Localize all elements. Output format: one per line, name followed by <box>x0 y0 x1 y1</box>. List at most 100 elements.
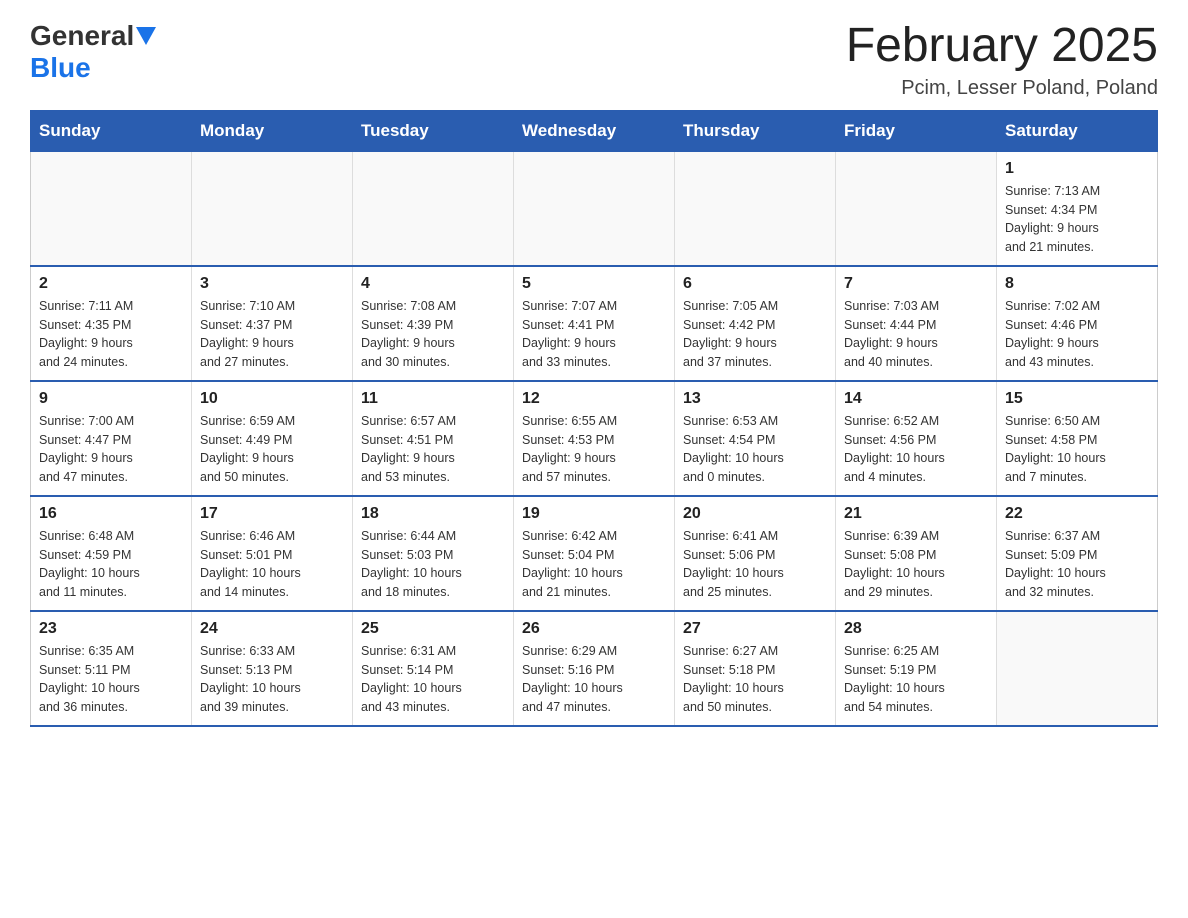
day-number: 12 <box>522 390 666 408</box>
calendar-week-row: 23 Sunrise: 6:35 AM Sunset: 5:11 PM Dayli… <box>31 611 1158 726</box>
day-info: Sunrise: 6:35 AM Sunset: 5:11 PM Dayligh… <box>39 642 183 717</box>
calendar-day-cell: 3 Sunrise: 7:10 AM Sunset: 4:37 PM Daylig… <box>192 266 353 381</box>
day-number: 23 <box>39 620 183 638</box>
calendar-header-saturday: Saturday <box>997 110 1158 151</box>
calendar-header-row: SundayMondayTuesdayWednesdayThursdayFrid… <box>31 110 1158 151</box>
day-number: 15 <box>1005 390 1149 408</box>
day-info: Sunrise: 6:25 AM Sunset: 5:19 PM Dayligh… <box>844 642 988 717</box>
calendar-day-cell <box>31 151 192 266</box>
calendar-day-cell: 6 Sunrise: 7:05 AM Sunset: 4:42 PM Daylig… <box>675 266 836 381</box>
calendar-day-cell: 7 Sunrise: 7:03 AM Sunset: 4:44 PM Daylig… <box>836 266 997 381</box>
day-number: 27 <box>683 620 827 638</box>
calendar-day-cell: 21Sunrise: 6:39 AM Sunset: 5:08 PM Dayli… <box>836 496 997 611</box>
day-number: 8 <box>1005 275 1149 293</box>
calendar-day-cell: 19 Sunrise: 6:42 AM Sunset: 5:04 PM Dayli… <box>514 496 675 611</box>
calendar-day-cell <box>997 611 1158 726</box>
day-number: 20 <box>683 505 827 523</box>
day-info: Sunrise: 7:02 AM Sunset: 4:46 PM Dayligh… <box>1005 297 1149 372</box>
day-info: Sunrise: 6:27 AM Sunset: 5:18 PM Dayligh… <box>683 642 827 717</box>
day-number: 24 <box>200 620 344 638</box>
day-number: 11 <box>361 390 505 408</box>
calendar-day-cell: 14 Sunrise: 6:52 AM Sunset: 4:56 PM Dayli… <box>836 381 997 496</box>
calendar-day-cell: 25 Sunrise: 6:31 AM Sunset: 5:14 PM Dayli… <box>353 611 514 726</box>
calendar-day-cell: 27 Sunrise: 6:27 AM Sunset: 5:18 PM Dayli… <box>675 611 836 726</box>
day-number: 5 <box>522 275 666 293</box>
calendar-day-cell: 18 Sunrise: 6:44 AM Sunset: 5:03 PM Dayli… <box>353 496 514 611</box>
day-number: 7 <box>844 275 988 293</box>
calendar-header-wednesday: Wednesday <box>514 110 675 151</box>
day-number: 3 <box>200 275 344 293</box>
calendar-subtitle: Pcim, Lesser Poland, Poland <box>846 77 1158 100</box>
day-number: 18 <box>361 505 505 523</box>
day-info: Sunrise: 6:31 AM Sunset: 5:14 PM Dayligh… <box>361 642 505 717</box>
day-number: 6 <box>683 275 827 293</box>
day-info: Sunrise: 7:07 AM Sunset: 4:41 PM Dayligh… <box>522 297 666 372</box>
calendar-day-cell: 20 Sunrise: 6:41 AM Sunset: 5:06 PM Dayli… <box>675 496 836 611</box>
day-info: Sunrise: 6:44 AM Sunset: 5:03 PM Dayligh… <box>361 527 505 602</box>
calendar-day-cell: 12Sunrise: 6:55 AM Sunset: 4:53 PM Dayli… <box>514 381 675 496</box>
day-info: Sunrise: 6:42 AM Sunset: 5:04 PM Dayligh… <box>522 527 666 602</box>
day-info: Sunrise: 6:33 AM Sunset: 5:13 PM Dayligh… <box>200 642 344 717</box>
day-info: Sunrise: 7:13 AM Sunset: 4:34 PM Dayligh… <box>1005 182 1149 257</box>
day-info: Sunrise: 7:08 AM Sunset: 4:39 PM Dayligh… <box>361 297 505 372</box>
logo: General Blue <box>30 20 156 84</box>
calendar-day-cell: 10Sunrise: 6:59 AM Sunset: 4:49 PM Dayli… <box>192 381 353 496</box>
calendar-day-cell: 11 Sunrise: 6:57 AM Sunset: 4:51 PM Dayli… <box>353 381 514 496</box>
calendar-week-row: 9 Sunrise: 7:00 AM Sunset: 4:47 PM Daylig… <box>31 381 1158 496</box>
page-header: General Blue February 2025 Pcim, Lesser … <box>30 20 1158 100</box>
calendar-day-cell <box>836 151 997 266</box>
day-number: 1 <box>1005 160 1149 178</box>
calendar-day-cell: 2Sunrise: 7:11 AM Sunset: 4:35 PM Daylig… <box>31 266 192 381</box>
calendar-day-cell: 22 Sunrise: 6:37 AM Sunset: 5:09 PM Dayli… <box>997 496 1158 611</box>
day-number: 19 <box>522 505 666 523</box>
calendar-day-cell: 28 Sunrise: 6:25 AM Sunset: 5:19 PM Dayli… <box>836 611 997 726</box>
calendar-table: SundayMondayTuesdayWednesdayThursdayFrid… <box>30 110 1158 727</box>
day-number: 4 <box>361 275 505 293</box>
logo-triangle-icon <box>136 27 156 47</box>
calendar-day-cell <box>192 151 353 266</box>
calendar-header-friday: Friday <box>836 110 997 151</box>
calendar-day-cell <box>675 151 836 266</box>
day-info: Sunrise: 6:52 AM Sunset: 4:56 PM Dayligh… <box>844 412 988 487</box>
calendar-week-row: 2Sunrise: 7:11 AM Sunset: 4:35 PM Daylig… <box>31 266 1158 381</box>
day-info: Sunrise: 6:48 AM Sunset: 4:59 PM Dayligh… <box>39 527 183 602</box>
calendar-header-thursday: Thursday <box>675 110 836 151</box>
logo-blue-text: Blue <box>30 52 91 83</box>
day-info: Sunrise: 6:59 AM Sunset: 4:49 PM Dayligh… <box>200 412 344 487</box>
day-info: Sunrise: 7:03 AM Sunset: 4:44 PM Dayligh… <box>844 297 988 372</box>
day-info: Sunrise: 6:29 AM Sunset: 5:16 PM Dayligh… <box>522 642 666 717</box>
calendar-header-tuesday: Tuesday <box>353 110 514 151</box>
day-info: Sunrise: 7:11 AM Sunset: 4:35 PM Dayligh… <box>39 297 183 372</box>
calendar-day-cell: 8 Sunrise: 7:02 AM Sunset: 4:46 PM Daylig… <box>997 266 1158 381</box>
calendar-day-cell: 5 Sunrise: 7:07 AM Sunset: 4:41 PM Daylig… <box>514 266 675 381</box>
calendar-day-cell <box>514 151 675 266</box>
day-info: Sunrise: 7:05 AM Sunset: 4:42 PM Dayligh… <box>683 297 827 372</box>
day-info: Sunrise: 6:37 AM Sunset: 5:09 PM Dayligh… <box>1005 527 1149 602</box>
calendar-day-cell: 4 Sunrise: 7:08 AM Sunset: 4:39 PM Daylig… <box>353 266 514 381</box>
day-number: 13 <box>683 390 827 408</box>
day-number: 17 <box>200 505 344 523</box>
day-info: Sunrise: 6:46 AM Sunset: 5:01 PM Dayligh… <box>200 527 344 602</box>
day-info: Sunrise: 6:53 AM Sunset: 4:54 PM Dayligh… <box>683 412 827 487</box>
calendar-day-cell: 26Sunrise: 6:29 AM Sunset: 5:16 PM Dayli… <box>514 611 675 726</box>
day-number: 14 <box>844 390 988 408</box>
day-number: 16 <box>39 505 183 523</box>
calendar-week-row: 1 Sunrise: 7:13 AM Sunset: 4:34 PM Daylig… <box>31 151 1158 266</box>
day-number: 25 <box>361 620 505 638</box>
calendar-day-cell: 24 Sunrise: 6:33 AM Sunset: 5:13 PM Dayli… <box>192 611 353 726</box>
calendar-day-cell: 9 Sunrise: 7:00 AM Sunset: 4:47 PM Daylig… <box>31 381 192 496</box>
calendar-day-cell: 1 Sunrise: 7:13 AM Sunset: 4:34 PM Daylig… <box>997 151 1158 266</box>
calendar-header-monday: Monday <box>192 110 353 151</box>
day-info: Sunrise: 7:00 AM Sunset: 4:47 PM Dayligh… <box>39 412 183 487</box>
calendar-title: February 2025 <box>846 20 1158 73</box>
day-number: 28 <box>844 620 988 638</box>
day-number: 22 <box>1005 505 1149 523</box>
calendar-day-cell: 15Sunrise: 6:50 AM Sunset: 4:58 PM Dayli… <box>997 381 1158 496</box>
day-info: Sunrise: 6:57 AM Sunset: 4:51 PM Dayligh… <box>361 412 505 487</box>
calendar-day-cell: 23 Sunrise: 6:35 AM Sunset: 5:11 PM Dayli… <box>31 611 192 726</box>
title-area: February 2025 Pcim, Lesser Poland, Polan… <box>846 20 1158 100</box>
day-info: Sunrise: 6:41 AM Sunset: 5:06 PM Dayligh… <box>683 527 827 602</box>
day-number: 9 <box>39 390 183 408</box>
day-info: Sunrise: 7:10 AM Sunset: 4:37 PM Dayligh… <box>200 297 344 372</box>
calendar-header-sunday: Sunday <box>31 110 192 151</box>
